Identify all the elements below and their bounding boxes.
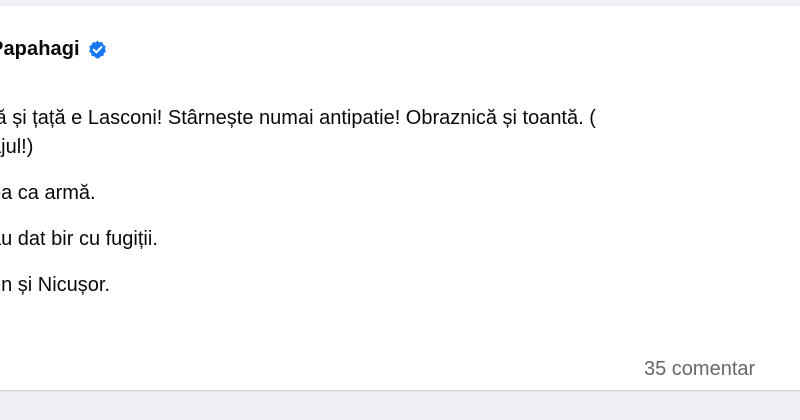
verified-badge-icon — [88, 40, 107, 59]
post-paragraph: ea ca armă. — [0, 179, 800, 208]
post-card: Papahagi tă și țață e Lasconi! Stârnește… — [0, 6, 800, 390]
author-name[interactable]: Papahagi — [0, 38, 80, 61]
post-text-line: ea ca armă. — [0, 182, 96, 204]
post-header: Papahagi — [0, 34, 107, 64]
post-paragraph: rin și Nicușor. — [0, 271, 800, 300]
post-text-line: rin și Nicușor. — [0, 274, 111, 296]
post-paragraph: tă și țață e Lasconi! Stârnește numai an… — [0, 104, 800, 162]
post-text-line: tă și țață e Lasconi! Stârnește numai an… — [0, 107, 596, 129]
post-paragraph: au dat bir cu fugiții. — [0, 225, 800, 254]
post-text: tă și țață e Lasconi! Stârnește numai an… — [0, 104, 800, 300]
comments-count-link[interactable]: 35 comentar — [644, 358, 755, 381]
post-text-line: ajul!) — [0, 136, 34, 158]
post-text-line: au dat bir cu fugiții. — [0, 228, 158, 250]
